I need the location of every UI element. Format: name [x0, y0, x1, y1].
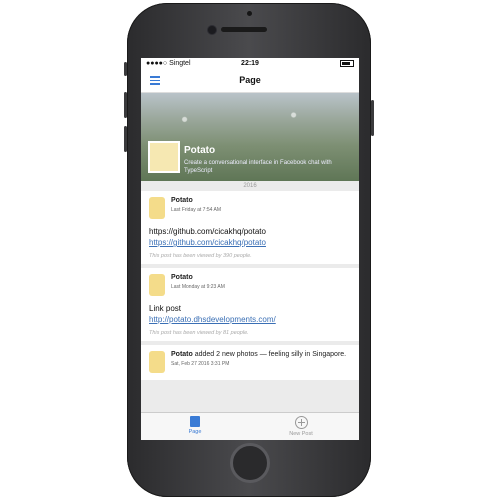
post-link[interactable]: http://potato.dhsdevelopments.com/	[149, 315, 351, 324]
earpiece	[221, 27, 267, 32]
year-divider: 2016	[141, 181, 359, 191]
post-time: Last Monday at 9:23 AM	[171, 284, 225, 290]
tab-page-label: Page	[188, 429, 202, 435]
post-time: Sat, Feb 27 2016 3:31 PM	[171, 361, 230, 367]
tab-bar: Page New Post	[141, 412, 359, 440]
front-camera	[208, 26, 216, 34]
navigation-bar: Page	[141, 70, 359, 93]
page-avatar[interactable]	[148, 141, 180, 173]
tab-new-post-label: New Post	[289, 431, 313, 437]
post-views: This post has been viewed by 81 people.	[149, 330, 249, 336]
post-avatar	[149, 197, 165, 219]
clock: 22:19	[241, 60, 259, 67]
page-description: Create a conversational interface in Fac…	[184, 160, 332, 174]
add-icon	[294, 416, 308, 429]
app-screen: ●●●●○ Singtel 22:19 Page Potato Create a…	[141, 58, 359, 440]
post-card[interactable]: Potato Last Monday at 9:23 AM Link post …	[141, 268, 359, 341]
cover-photo: Potato Create a conversational interface…	[141, 93, 359, 181]
volume-down-button	[124, 126, 127, 152]
page-title: Page	[239, 75, 261, 85]
page-icon	[190, 416, 200, 427]
mute-switch	[124, 62, 127, 76]
post-avatar	[149, 274, 165, 296]
post-author[interactable]: Potato	[171, 274, 351, 281]
tab-page[interactable]: Page	[175, 416, 215, 435]
page-name: Potato	[184, 145, 216, 156]
battery-icon	[340, 60, 354, 67]
post-time: Last Friday at 7:54 AM	[171, 207, 222, 213]
post-avatar	[149, 351, 165, 373]
post-activity: Potato added 2 new photos — feeling sill…	[171, 351, 351, 358]
post-link[interactable]: https://github.com/cicakhq/potato	[149, 238, 351, 247]
proximity-sensor	[247, 11, 252, 16]
power-button	[371, 100, 374, 136]
post-text: Link post	[149, 304, 182, 313]
post-card[interactable]: Potato Last Friday at 7:54 AM https://gi…	[141, 191, 359, 264]
status-bar: ●●●●○ Singtel 22:19	[141, 58, 359, 70]
tab-new-post[interactable]: New Post	[281, 416, 321, 437]
post-views: This post has been viewed by 390 people.	[149, 253, 252, 259]
post-card[interactable]: Potato added 2 new photos — feeling sill…	[141, 345, 359, 380]
post-text: https://github.com/cicakhq/potato	[149, 227, 266, 236]
home-button[interactable]	[230, 443, 270, 483]
volume-up-button	[124, 92, 127, 118]
post-author[interactable]: Potato	[171, 351, 193, 358]
post-author[interactable]: Potato	[171, 197, 351, 204]
post-activity-text: added 2 new photos — feeling silly in Si…	[194, 351, 347, 358]
